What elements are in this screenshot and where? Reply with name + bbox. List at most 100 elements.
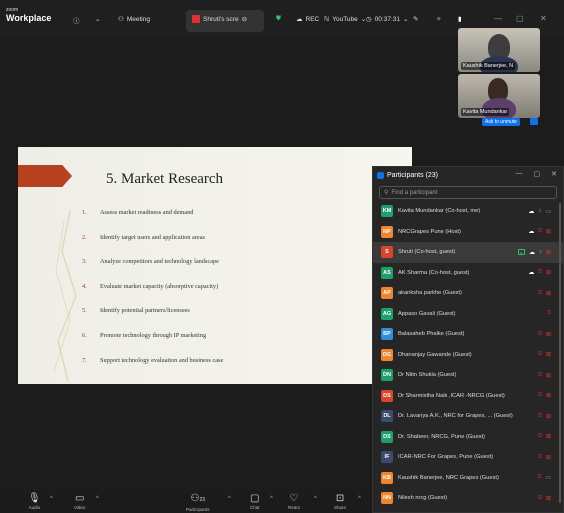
ask-to-unmute-button[interactable]: Ask to unmute: [482, 118, 520, 126]
meeting-menu[interactable]: ⚇ Meeting: [118, 15, 150, 24]
magic-icon[interactable]: ✧: [436, 15, 441, 23]
participant-search-input[interactable]: ⚲ Find a participant: [379, 186, 557, 199]
close-icon[interactable]: ✕: [540, 14, 547, 23]
microphone-muted-icon[interactable]: ⍉: [538, 413, 542, 420]
chat-button[interactable]: ▢ Chat: [250, 493, 260, 510]
participant-row[interactable]: DS Dr. Shabeer, NRCG, Pune (Guest) ⍉ ⊠: [373, 427, 563, 448]
participants-button[interactable]: ⚇23 Participants: [186, 493, 210, 512]
info-icon[interactable]: ⓘ: [73, 15, 80, 25]
participant-row[interactable]: DS Dr Sharmistha Naik ,ICAR -NRCG (Guest)…: [373, 386, 563, 407]
popout-icon[interactable]: ▢: [534, 170, 541, 178]
camera-off-icon[interactable]: ⊠: [546, 228, 551, 235]
react-icon: ♡: [289, 493, 299, 504]
microphone-muted-icon[interactable]: ⍉: [538, 392, 542, 399]
participant-row[interactable]: KM Kavita Mundankar (Co-host, me) ☁ ♪ ▭: [373, 201, 563, 222]
camera-icon[interactable]: ▭: [545, 208, 551, 215]
tile-options-button[interactable]: [530, 118, 538, 125]
video-tile-name: Kavita Mundankar: [461, 108, 510, 116]
panel-window-controls: — ▢ ✕: [516, 170, 558, 178]
close-icon[interactable]: ✕: [551, 170, 557, 178]
participant-status-icons: ⍉ ⊠: [538, 495, 551, 502]
participant-row[interactable]: NN Nilesh nrcg (Guest) ⍉ ⊠: [373, 488, 563, 509]
slide-bullet: 3. Analyze competitors and technology lan…: [82, 258, 223, 283]
microphone-muted-icon[interactable]: ⍉: [538, 495, 542, 502]
participant-row[interactable]: AS AK Sharma (Co-host, guest) ☁ ⍉ ⊠: [373, 263, 563, 284]
camera-off-icon[interactable]: ⊠: [546, 495, 551, 502]
screen-share-badge-icon: ▸: [517, 249, 525, 256]
participant-row[interactable]: [373, 509, 563, 513]
microphone-muted-icon[interactable]: ⍉: [538, 454, 542, 461]
participant-status-icons: ☁ ⍉ ⊠: [528, 228, 551, 235]
participant-row[interactable]: S Shruti (Co-host, guest) ▸ ☁ ♪ ⊠: [373, 242, 563, 263]
video-tile-kavita[interactable]: Kavita Mundankar: [458, 74, 540, 118]
chevron-down-icon[interactable]: ⌄: [95, 15, 100, 23]
participant-row[interactable]: BP Balasaheb Phalke (Guest) ⍉ ⊠: [373, 324, 563, 345]
participant-name: AK Sharma (Co-host, guest): [398, 269, 470, 276]
participant-status-icons: ☁ ♪ ▭: [528, 208, 551, 215]
video-label: Video: [74, 505, 86, 510]
shield-icon[interactable]: ⛊: [276, 15, 281, 23]
participant-row[interactable]: KB Kaushik Banerjee, NRC Grapes (Guest) ⍉ ▭: [373, 468, 563, 489]
chat-icon: ▢: [250, 493, 260, 504]
camera-off-icon[interactable]: ⊠: [546, 433, 551, 440]
participant-avatar: S: [381, 246, 393, 259]
react-options-caret[interactable]: ^: [314, 496, 317, 502]
microphone-muted-icon[interactable]: ⍉: [538, 269, 542, 276]
microphone-muted-icon[interactable]: ⍉: [538, 228, 542, 235]
participant-list-scrollbar[interactable]: [559, 203, 561, 503]
microphone-muted-icon[interactable]: ⍉: [538, 331, 542, 338]
camera-off-icon[interactable]: ⊠: [546, 372, 551, 379]
participant-row[interactable]: DG Dhananjay Gawande (Guest) ⍉ ⊠: [373, 345, 563, 366]
meeting-toolbar: 🎙︎ Audio ^ ▭ Video ^ ⚇23 Participants ^ …: [0, 493, 372, 513]
camera-off-icon[interactable]: ⊠: [546, 249, 551, 256]
participant-status-icons: ▸ ☁ ♪ ⊠: [517, 249, 551, 256]
camera-icon[interactable]: ▭: [545, 474, 551, 481]
participant-status-icons: ⍉ ⊠: [538, 392, 551, 399]
participant-row[interactable]: NP NRCGrapes Pune (Host) ☁ ⍉ ⊠: [373, 222, 563, 243]
video-options-caret[interactable]: ^: [96, 496, 99, 502]
microphone-muted-icon[interactable]: ⍉: [538, 351, 542, 358]
participant-avatar: DS: [381, 430, 393, 443]
camera-off-icon[interactable]: ⊠: [546, 290, 551, 297]
participant-row[interactable]: AP akanksha parkhe (Guest) ⍉ ⊠: [373, 283, 563, 304]
share-options-caret[interactable]: ^: [358, 496, 361, 502]
audio-options-caret[interactable]: ^: [50, 496, 53, 502]
react-button[interactable]: ♡ React: [288, 493, 300, 510]
microphone-icon[interactable]: ♪: [538, 208, 541, 214]
camera-off-icon[interactable]: ⊠: [546, 331, 551, 338]
microphone-icon[interactable]: ♪: [539, 249, 542, 255]
camera-off-icon[interactable]: ⊠: [546, 392, 551, 399]
youtube-live-indicator[interactable]: ℕ YouTube ⌄: [324, 15, 366, 24]
participant-status-icons: ⍉: [547, 310, 551, 317]
camera-off-icon[interactable]: ⊠: [546, 351, 551, 358]
annotate-icon[interactable]: ✎: [413, 15, 418, 23]
maximize-icon[interactable]: ▢: [516, 14, 524, 23]
microphone-muted-icon[interactable]: ⍉: [538, 474, 542, 481]
audio-button[interactable]: 🎙︎ Audio: [28, 493, 41, 510]
camera-off-icon[interactable]: ⊠: [546, 454, 551, 461]
video-button[interactable]: ▭ Video: [74, 493, 85, 510]
camera-off-icon[interactable]: ⊠: [546, 413, 551, 420]
share-button[interactable]: ⊡ Share: [334, 493, 346, 510]
participant-row[interactable]: DN Dr Nitin Shukla (Guest) ⍉ ⊠: [373, 365, 563, 386]
microphone-muted-icon[interactable]: ⍉: [547, 310, 551, 317]
chat-options-caret[interactable]: ^: [270, 496, 273, 502]
minimize-icon[interactable]: —: [516, 170, 523, 178]
video-tile-kaushik[interactable]: Kaushik Banerjee, N: [458, 28, 540, 72]
minimize-icon[interactable]: —: [494, 14, 502, 23]
participants-options-caret[interactable]: ^: [228, 496, 231, 502]
bullet-text: Evaluate market capacity (absorptive cap…: [100, 282, 219, 290]
participant-row[interactable]: AG Appaso Gavali (Guest) ⍉: [373, 304, 563, 325]
participant-row[interactable]: IF ICAR-NRC For Grapes, Pune (Guest) ⍉ ⊠: [373, 447, 563, 468]
share-icon: [192, 15, 200, 23]
participant-status-icons: ⍉ ▭: [538, 474, 551, 481]
participant-row[interactable]: DL Dr. Lavanya A.K., NRC for Grapes, ... …: [373, 406, 563, 427]
microphone-muted-icon[interactable]: ⍉: [538, 433, 542, 440]
microphone-muted-icon[interactable]: ⍉: [538, 290, 542, 297]
recording-indicator[interactable]: ☁ REC: [296, 15, 319, 24]
view-icon[interactable]: ▮: [458, 15, 462, 23]
camera-off-icon[interactable]: ⊠: [546, 269, 551, 276]
screen-share-indicator[interactable]: Shruti's scre ⊖: [192, 15, 247, 23]
microphone-muted-icon[interactable]: ⍉: [538, 372, 542, 379]
participant-status-icons: ⍉ ⊠: [538, 433, 551, 440]
